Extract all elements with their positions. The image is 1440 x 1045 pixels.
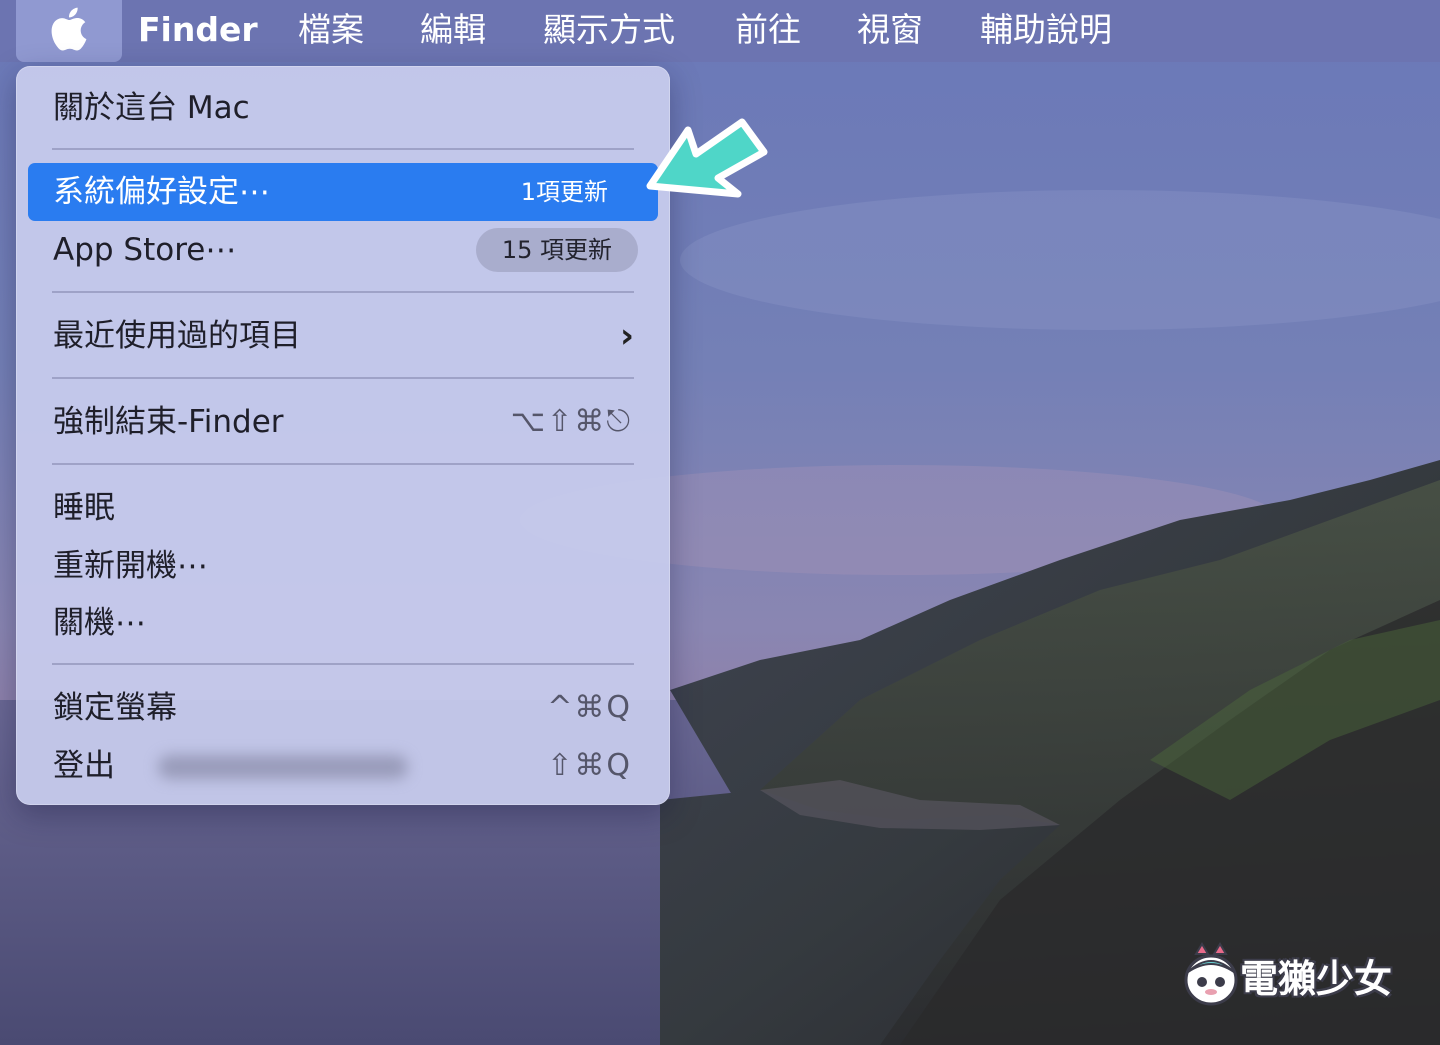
apple-dropdown-menu: 關於這台 Mac 系統偏好設定⋯ 1項更新 App Store⋯ 15 項更新 … xyxy=(16,66,670,805)
menu-item-log-out[interactable]: 登出 ⇧⌘Q xyxy=(28,737,658,795)
menu-item-force-quit[interactable]: 強制結束-Finder ⌥⇧⌘⎋ xyxy=(28,393,658,451)
menu-item-label: 關於這台 Mac xyxy=(53,90,250,126)
menu-finder[interactable]: Finder xyxy=(138,8,258,52)
menu-item-app-store[interactable]: App Store⋯ 15 項更新 xyxy=(28,221,658,279)
menu-item-label: 強制結束-Finder xyxy=(53,404,284,440)
chevron-right-icon: › xyxy=(619,316,634,356)
keyboard-shortcut: ⌥⇧⌘⎋ xyxy=(510,404,632,439)
menu-separator xyxy=(52,148,634,150)
menu-item-system-preferences[interactable]: 系統偏好設定⋯ 1項更新 xyxy=(28,163,658,221)
menu-item-label: 鎖定螢幕 xyxy=(53,690,177,726)
menu-item-label: 重新開機⋯ xyxy=(53,548,208,584)
menu-item-restart[interactable]: 重新開機⋯ xyxy=(28,537,658,595)
menu-help[interactable]: 輔助說明 xyxy=(980,8,1112,52)
menu-item-recent-items[interactable]: 最近使用過的項目 › xyxy=(28,307,658,365)
menu-separator xyxy=(52,663,634,665)
menu-edit[interactable]: 編輯 xyxy=(420,8,486,52)
menu-bar: Finder 檔案 編輯 顯示方式 前往 視窗 輔助說明 xyxy=(0,0,1440,62)
menu-separator xyxy=(52,463,634,465)
apple-menu-button[interactable] xyxy=(16,0,122,62)
menu-item-about-this-mac[interactable]: 關於這台 Mac xyxy=(28,79,658,137)
watermark-text: 電獺少女 xyxy=(1240,957,1393,1001)
menu-view[interactable]: 顯示方式 xyxy=(543,8,675,52)
keyboard-shortcut: ⇧⌘Q xyxy=(547,748,632,783)
menu-item-label: 關機⋯ xyxy=(53,605,146,641)
update-badge: 1項更新 xyxy=(520,178,608,206)
menu-window[interactable]: 視窗 xyxy=(857,8,923,52)
menu-item-lock-screen[interactable]: 鎖定螢幕 ^⌘Q xyxy=(28,679,658,737)
menu-item-shut-down[interactable]: 關機⋯ xyxy=(28,594,658,652)
keyboard-shortcut: ^⌘Q xyxy=(547,690,632,725)
otter-mascot-icon xyxy=(1184,942,1238,1006)
menu-item-label: 登出 xyxy=(53,748,115,784)
pointing-arrow-icon xyxy=(646,118,768,198)
apple-logo-icon xyxy=(51,7,87,51)
menu-item-label: 最近使用過的項目 xyxy=(53,318,301,354)
menu-item-label: 睡眠 xyxy=(53,490,115,526)
menu-file[interactable]: 檔案 xyxy=(298,8,364,52)
menu-separator xyxy=(52,291,634,293)
menu-go[interactable]: 前往 xyxy=(735,8,801,52)
menu-item-label: App Store⋯ xyxy=(53,232,237,268)
update-badge: 15 項更新 xyxy=(475,228,638,272)
watermark: 電獺少女 xyxy=(1182,940,1412,1010)
menu-item-label: 系統偏好設定⋯ xyxy=(53,174,270,210)
menu-separator xyxy=(52,377,634,379)
menu-item-sleep[interactable]: 睡眠 xyxy=(28,479,658,537)
blurred-user-name xyxy=(158,755,408,779)
